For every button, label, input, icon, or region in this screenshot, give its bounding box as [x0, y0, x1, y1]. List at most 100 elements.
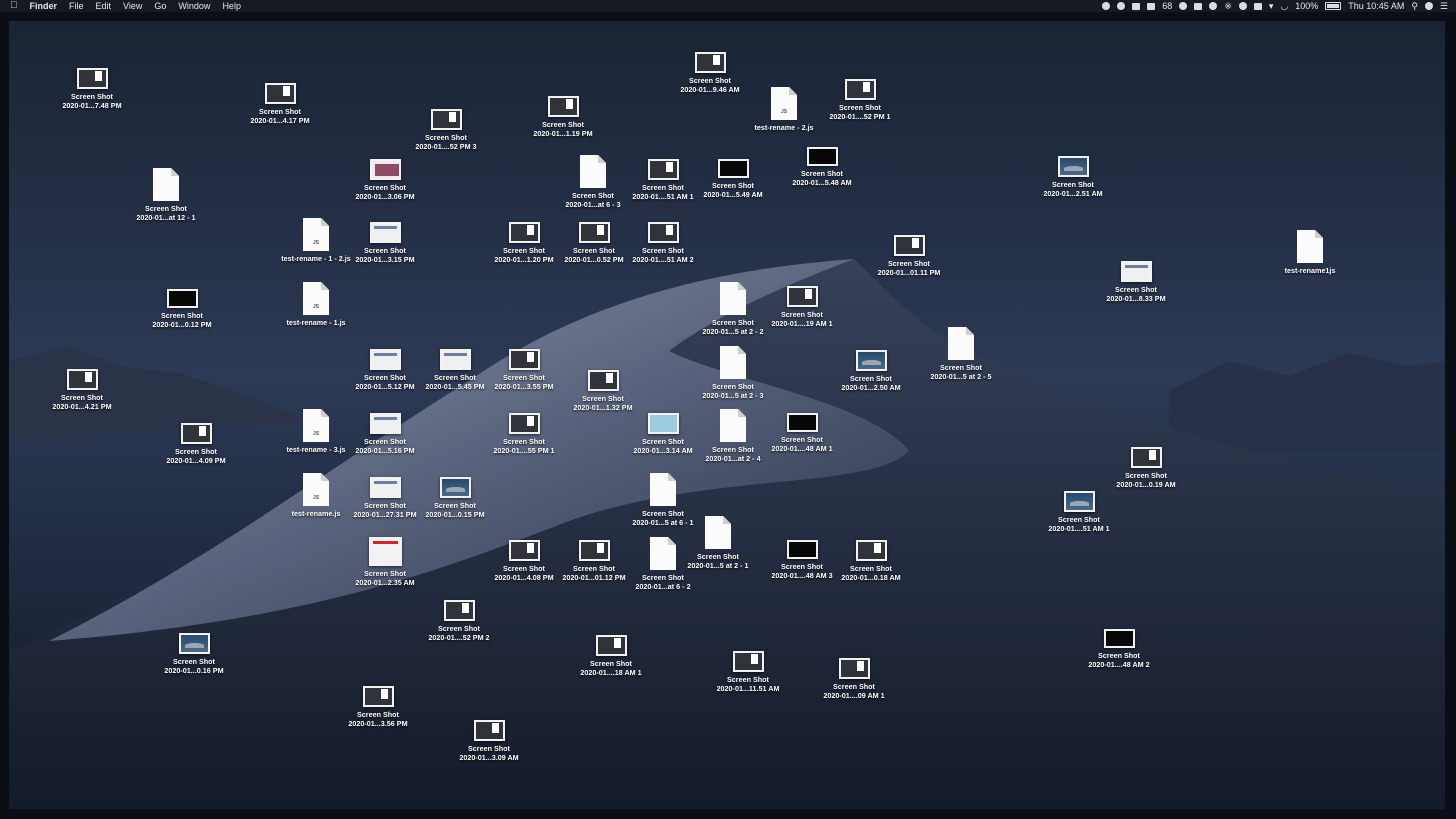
menu-edit[interactable]: Edit [96, 0, 112, 12]
wifi-icon[interactable]: ◡ [1280, 0, 1288, 12]
desktop-icon[interactable]: JS test-rename - 1.js [271, 282, 361, 327]
desktop-icon[interactable]: Screen Shot 2020-01....18 AM 1 [566, 635, 656, 677]
desktop-icon[interactable]: Screen Shot 2020-01....55 PM 1 [479, 413, 569, 455]
document-file-icon [650, 473, 676, 506]
notification-count[interactable]: 68 [1162, 0, 1172, 12]
js-file-icon: JS [303, 473, 329, 506]
desktop-icon-name: test-rename1js [1284, 266, 1336, 275]
desktop-icon[interactable]: Screen Shot 2020-01....52 PM 2 [414, 600, 504, 642]
menu-icon[interactable]: ☰ [1440, 0, 1448, 12]
menu-go[interactable]: Go [154, 0, 166, 12]
desktop-icon[interactable]: Screen Shot 2020-01...2.35 AM [340, 537, 430, 587]
desktop-icon[interactable]: Screen Shot 2020-01...at 6 - 2 [618, 537, 708, 591]
screenshot-thumbnail-icon [439, 349, 471, 370]
menu-view[interactable]: View [123, 0, 142, 12]
desktop-icon[interactable]: Screen Shot 2020-01....52 PM 3 [401, 109, 491, 151]
desktop-icon-subtitle: 2020-01...0.12 PM [152, 320, 212, 329]
screenshot-thumbnail-icon [1120, 261, 1152, 282]
desktop-icon[interactable]: Screen Shot 2020-01....48 AM 2 [1074, 629, 1164, 669]
screen-icon[interactable] [1253, 2, 1262, 10]
menu-file[interactable]: File [69, 0, 84, 12]
desktop-icon[interactable]: Screen Shot 2020-01...0.18 AM [826, 540, 916, 582]
file-type-label: JS [312, 431, 320, 437]
desktop-icon[interactable]: Screen Shot 2020-01...3.56 PM [333, 686, 423, 728]
desktop-icon[interactable]: Screen Shot 2020-01...5 at 2 - 5 [916, 327, 1006, 381]
desktop-icon[interactable]: Screen Shot 2020-01...5.49 AM [688, 159, 778, 199]
desktop-icon[interactable]: Screen Shot 2020-01...5.16 PM [340, 413, 430, 455]
bluetooth-icon[interactable]: ※ [1224, 0, 1232, 12]
menu-window[interactable]: Window [178, 0, 210, 12]
nav-icon[interactable] [1117, 2, 1126, 10]
screenshot-thumbnail-icon [180, 423, 212, 444]
desktop-icon[interactable]: Screen Shot 2020-01...3.09 AM [444, 720, 534, 762]
desktop-icon[interactable]: Screen Shot 2020-01....19 AM 1 [757, 286, 847, 328]
desktop-icon-subtitle: 2020-01...4.17 PM [250, 116, 310, 125]
desktop-icon-name: Screen Shot [689, 76, 731, 85]
screenshot-thumbnail-icon [806, 147, 838, 166]
desktop-icon[interactable]: Screen Shot 2020-01...7.48 PM [47, 68, 137, 110]
clock[interactable]: Thu 10:45 AM [1348, 0, 1404, 12]
desktop-icon[interactable]: Screen Shot 2020-01...0.12 PM [137, 289, 227, 329]
desktop-icon[interactable]: Screen Shot 2020-01...8.33 PM [1091, 261, 1181, 303]
spotlight-icon[interactable]: ⚲ [1411, 0, 1418, 12]
siri-icon[interactable] [1424, 2, 1433, 10]
cloud-icon[interactable] [1147, 2, 1156, 10]
menu-bar:  Finder File Edit View Go Window Help 6… [0, 0, 1456, 12]
desktop-icon-subtitle: 2020-01....19 AM 1 [771, 319, 833, 328]
desktop-icon[interactable]: Screen Shot 2020-01...2.51 AM [1028, 156, 1118, 198]
desktop-icon[interactable]: Screen Shot 2020-01...2.50 AM [826, 350, 916, 392]
apple-icon[interactable]:  [10, 0, 18, 12]
desktop-icon[interactable]: Screen Shot 2020-01...0.19 AM [1101, 447, 1191, 489]
circle-icon[interactable] [1209, 2, 1218, 10]
clock-icon[interactable] [1179, 2, 1188, 10]
battery-icon[interactable] [1325, 2, 1342, 10]
desktop-icon[interactable]: Screen Shot 2020-01...0.16 PM [149, 633, 239, 675]
screenshot-thumbnail-icon [547, 96, 579, 117]
desktop-icon[interactable]: test-rename1js [1265, 230, 1355, 275]
desktop-icon[interactable]: Screen Shot 2020-01...4.17 PM [235, 83, 325, 125]
desktop-icon[interactable]: Screen Shot 2020-01....51 AM 1 [1034, 491, 1124, 533]
desktop-icon[interactable]: Screen Shot 2020-01...1.32 PM [558, 370, 648, 412]
desktop-icon[interactable]: Screen Shot 2020-01...3.15 PM [340, 222, 430, 264]
desktop-icon[interactable]: Screen Shot 2020-01...at 12 - 1 [121, 168, 211, 222]
desktop-icon[interactable]: Screen Shot 2020-01...4.21 PM [37, 369, 127, 411]
desktop-icon[interactable]: Screen Shot 2020-01....48 AM 1 [757, 413, 847, 453]
screenshot-thumbnail-icon [578, 222, 610, 243]
screenshot-thumbnail-icon [430, 109, 462, 130]
dropbox-icon[interactable] [1132, 2, 1141, 10]
desktop-icon[interactable]: Screen Shot 2020-01...3.55 PM [479, 349, 569, 391]
desktop-icon-name: Screen Shot [434, 501, 476, 510]
desktop-icon-subtitle: 2020-01...8.33 PM [1106, 294, 1166, 303]
desktop-icon[interactable]: Screen Shot 2020-01....52 PM 1 [815, 79, 905, 121]
desktop-icon-subtitle: 2020-01....52 PM 1 [829, 112, 891, 121]
menu-finder[interactable]: Finder [30, 0, 58, 12]
record-icon[interactable] [1102, 2, 1111, 10]
file-type-label: JS [780, 109, 788, 115]
desktop-icon-name: Screen Shot [364, 569, 406, 578]
desktop-icon-subtitle: 2020-01...2.35 AM [355, 578, 415, 587]
menu-help[interactable]: Help [222, 0, 241, 12]
desktop-icon[interactable]: Screen Shot 2020-01...5.48 AM [777, 147, 867, 187]
bell-icon[interactable] [1238, 2, 1247, 10]
desktop-icon[interactable]: Screen Shot 2020-01...0.15 PM [410, 477, 500, 519]
desktop-icon[interactable]: Screen Shot 2020-01...01.11 PM [864, 235, 954, 277]
desktop-icon-subtitle: 2020-01...3.09 AM [459, 753, 519, 762]
volume-icon[interactable]: ▾ [1269, 0, 1274, 12]
grid-icon[interactable] [1194, 2, 1203, 10]
screenshot-thumbnail-icon [647, 222, 679, 243]
desktop-icon-name: Screen Shot [61, 393, 103, 402]
desktop-icon[interactable]: Screen Shot 2020-01...11.51 AM [703, 651, 793, 693]
desktop-icon[interactable]: Screen Shot 2020-01...3.06 PM [340, 159, 430, 201]
desktop-icon[interactable]: Screen Shot 2020-01...5 at 2 - 3 [688, 346, 778, 400]
desktop-icon-subtitle: 2020-01....48 AM 2 [1088, 660, 1150, 669]
desktop-icon[interactable]: Screen Shot 2020-01...1.19 PM [518, 96, 608, 138]
document-file-icon [720, 282, 746, 315]
desktop-icon-name: Screen Shot [801, 169, 843, 178]
desktop-icon[interactable]: Screen Shot 2020-01....51 AM 2 [618, 222, 708, 264]
desktop-icon-name: test-rename - 2.js [754, 123, 814, 132]
desktop-icon-name: Screen Shot [940, 363, 982, 372]
desktop-icon[interactable]: Screen Shot 2020-01...4.09 PM [151, 423, 241, 465]
battery-percent[interactable]: 100% [1295, 0, 1318, 12]
desktop-icon[interactable]: Screen Shot 2020-01....09 AM 1 [809, 658, 899, 700]
desktop-icon-subtitle: 2020-01...1.32 PM [573, 403, 633, 412]
